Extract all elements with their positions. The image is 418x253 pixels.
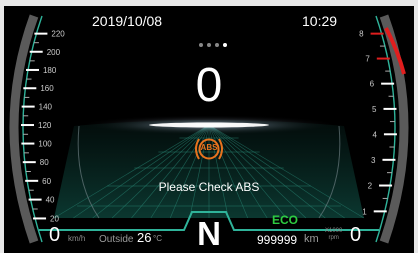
speed-tick-label: 160	[40, 84, 54, 93]
tachometer-unit: X1000 rpm	[325, 228, 342, 242]
speed-tick-label: 40	[46, 196, 55, 205]
speed-tick-label: 80	[40, 158, 49, 167]
warning-message: Please Check ABS	[158, 180, 260, 194]
speed-tick-label: 180	[43, 66, 57, 75]
outside-temp-value: 26	[137, 230, 152, 245]
time-display: 10:29	[302, 13, 338, 29]
page-indicator[interactable]	[199, 43, 227, 47]
page-dot[interactable]	[199, 43, 203, 47]
odometer-unit: km	[304, 233, 319, 245]
tach-tick-label: 8	[359, 30, 364, 39]
tach-tick-label: 3	[371, 156, 376, 165]
tachometer-unit-top: X1000	[325, 228, 343, 234]
odometer-value: 999999	[257, 233, 298, 247]
speed-unit: km/h	[68, 234, 86, 243]
page-dot[interactable]	[215, 43, 219, 47]
tach-tick-label: 5	[372, 105, 377, 114]
tach-tick-label: 4	[372, 130, 377, 139]
rpm-readout: 0	[350, 224, 362, 246]
gear-indicator: N	[197, 215, 221, 252]
speed-tick-label: 220	[51, 30, 65, 39]
speed-tick-label: 100	[38, 140, 52, 149]
speed-tick-label: 120	[38, 121, 52, 130]
page-dot[interactable]	[207, 43, 211, 47]
tachometer-gauge: 87654321	[359, 14, 409, 244]
date-display: 2019/10/08	[92, 13, 163, 29]
outside-temp-label: Outside	[99, 234, 134, 245]
instrument-cluster-screen: 220 200 180 160 140 120 100 80 60 40 20 87654321 2…	[4, 6, 414, 253]
tach-tick-label: 7	[365, 55, 370, 64]
tachometer-unit-bottom: rpm	[328, 235, 339, 241]
tach-tick-label: 1	[362, 207, 367, 216]
speed-value: 0	[195, 59, 223, 112]
tach-tick-label: 6	[370, 80, 375, 89]
speed-tick-label: 20	[50, 214, 59, 223]
abs-icon-label: ABS	[200, 143, 218, 152]
speed-tick-label: 140	[39, 103, 53, 112]
speedometer-gauge: 22020018016014012010080604020	[9, 14, 65, 244]
outside-temp-unit: °C	[153, 234, 162, 243]
page-dot-active[interactable]	[223, 43, 227, 47]
abs-warning-icon: ABS	[192, 136, 226, 162]
drive-mode-eco: ECO	[272, 213, 299, 227]
speed-tick-label: 200	[47, 48, 61, 57]
speed-readout: 0	[49, 224, 61, 246]
